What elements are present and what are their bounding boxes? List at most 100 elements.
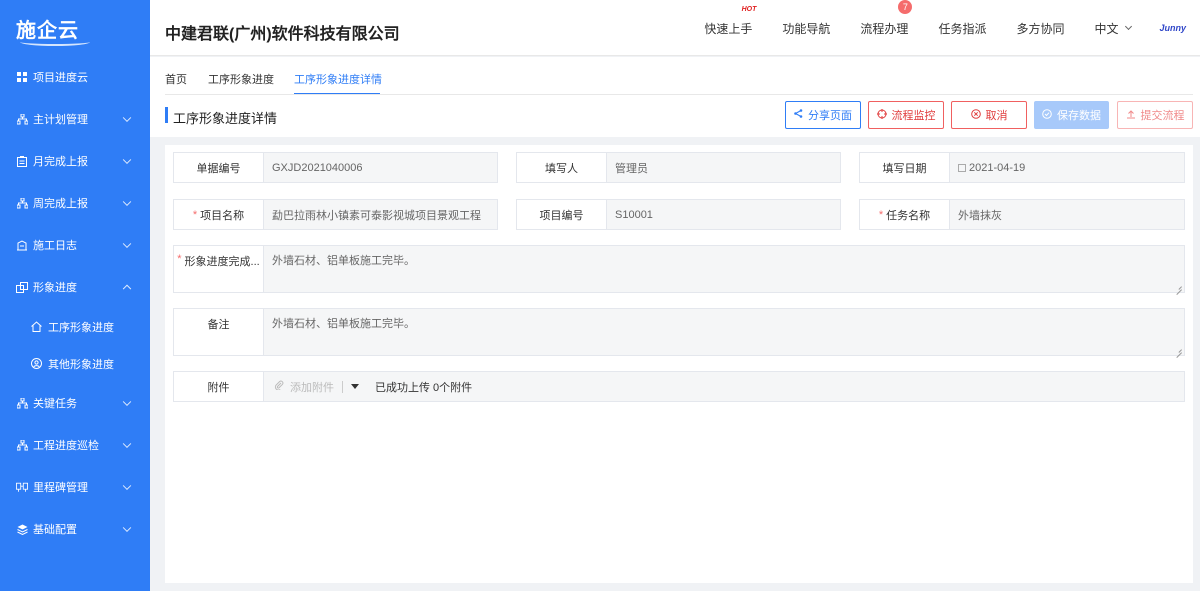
filler-value: 管理员 [607,153,840,182]
journal-icon [16,239,28,251]
language-label: 中文 [1094,21,1119,36]
share-icon [794,109,803,121]
sidebar-subitem-other-progress[interactable]: 其他形象进度 [0,345,150,382]
brand-logo: Junny [1159,23,1186,33]
resize-handle-icon[interactable] [1175,346,1182,353]
nav-task-assign[interactable]: 任务指派 [938,20,986,37]
upload-icon [1126,109,1136,122]
page-title-bar: 工序形象进度详情 分享页面 流程监控 取消 保存数据 提交流程 [150,95,1200,137]
tab-process-progress-detail[interactable]: 工序形象进度详情 [294,71,382,87]
chevron-down-icon [122,397,132,407]
logo[interactable]: 施企云 [0,0,150,56]
sidebar-item-monthly-report[interactable]: 月完成上报 [0,140,150,182]
sidebar-item-base-config[interactable]: 基础配置 [0,508,150,550]
attachment-field: 附件 添加附件 已成功上传 0个附件 [173,371,1185,402]
org-icon [16,439,28,451]
top-header: 中建君联(广州)软件科技有限公司 快速上手 HOT 功能导航 流程办理 7 任务… [150,0,1200,56]
date-value[interactable]: 2021-04-19 [950,153,1184,182]
sidebar-item-label: 工程进度巡检 [33,440,99,452]
sidebar-item-master-plan[interactable]: 主计划管理 [0,98,150,140]
attachment-label: 附件 [174,372,264,401]
project-name-field: * 项目名称 勐巴拉雨林小镇素可泰影视城项目景观工程 [173,199,498,230]
sidebar-item-weekly-report[interactable]: 周完成上报 [0,182,150,224]
org-icon [16,113,28,125]
required-mark: * [878,208,884,221]
breadcrumb: 首页 工序形象进度 工序形象进度详情 [150,57,1200,95]
tab-home[interactable]: 首页 [165,71,187,87]
sidebar-item-project-progress[interactable]: 项目进度云 [0,56,150,98]
filler-label: 填写人 [517,153,607,182]
resize-handle-icon[interactable] [1175,283,1182,290]
required-mark: * [177,253,182,265]
monitor-icon [876,108,887,122]
sidebar-item-label: 基础配置 [33,524,77,536]
sidebar-item-label: 项目进度云 [33,72,88,84]
sidebar-item-label: 周完成上报 [33,198,88,210]
home-icon [30,321,42,333]
nav-process-label: 流程办理 [860,21,909,36]
nav-function-nav[interactable]: 功能导航 [782,20,830,37]
cancel-button[interactable]: 取消 [951,101,1027,129]
add-attachment-label: 添加附件 [290,381,334,394]
clipboard-icon [16,155,28,167]
project-no-field: 项目编号 S10001 [516,199,841,230]
title-accent [165,107,168,123]
user-circle-icon [30,358,42,370]
nav-process[interactable]: 流程办理 7 [860,0,913,37]
caret-down-icon[interactable] [351,384,359,389]
sidebar-item-image-progress[interactable]: 形象进度 [0,266,150,308]
chevron-down-icon [122,523,132,533]
sidebar-item-label: 里程碑管理 [33,482,88,494]
tab-process-progress[interactable]: 工序形象进度 [208,71,274,87]
project-no-value: S10001 [607,200,840,229]
save-button[interactable]: 保存数据 [1034,101,1109,129]
task-name-value[interactable]: 外墙抹灰 [950,200,1184,229]
remark-text: 外墙石材、铝单板施工完毕。 [272,318,415,330]
top-nav: 快速上手 HOT 功能导航 流程办理 7 任务指派 多方协同 中文 Junny [674,0,1200,56]
form-panel: 单据编号 GXJD2021040006 填写人 管理员 填写日期 2021-04… [165,145,1193,583]
page-title: 工序形象进度详情 [173,111,278,126]
add-attachment-button[interactable]: 添加附件 [274,379,334,395]
sidebar-item-inspection[interactable]: 工程进度巡检 [0,424,150,466]
chevron-down-icon [122,155,132,165]
sidebar-item-construction-log[interactable]: 施工日志 [0,224,150,266]
chevron-up-icon [122,284,132,294]
remark-field: 备注 外墙石材、铝单板施工完毕。 [173,308,1185,356]
logo-swoosh [20,38,90,46]
submit-button[interactable]: 提交流程 [1117,101,1193,129]
chevron-down-icon [122,481,132,491]
monitor-label: 流程监控 [891,110,936,122]
filler-field: 填写人 管理员 [516,152,841,183]
date-field: 填写日期 2021-04-19 [859,152,1185,183]
chevron-down-icon [122,439,132,449]
sidebar: 施企云 项目进度云 主计划管理 月完成上报 周完成上报 施工日志 形象进度 工序… [0,0,150,591]
calendar-icon [958,163,966,172]
sidebar-subitem-process-progress[interactable]: 工序形象进度 [0,308,150,345]
progress-label-text: 形象进度完成... [184,256,260,268]
milestone-icon [16,481,28,493]
nav-collab[interactable]: 多方协同 [1016,20,1064,37]
paperclip-icon [274,380,284,393]
sidebar-item-milestone[interactable]: 里程碑管理 [0,466,150,508]
project-name-value[interactable]: 勐巴拉雨林小镇素可泰影视城项目景观工程 [264,200,497,229]
chevron-down-icon [122,239,132,249]
sidebar-item-label: 其他形象进度 [48,358,114,371]
remark-textarea[interactable]: 外墙石材、铝单板施工完毕。 [264,309,1184,355]
sidebar-item-label: 月完成上报 [33,156,88,168]
task-name-label-text: 任务名称 [886,209,931,222]
sidebar-menu: 项目进度云 主计划管理 月完成上报 周完成上报 施工日志 形象进度 工序形象进度… [0,56,150,550]
doc-no-label: 单据编号 [174,153,264,182]
org-icon [16,397,28,409]
chevron-down-icon [1125,22,1133,31]
share-button[interactable]: 分享页面 [785,101,861,129]
progress-label: * 形象进度完成... [174,246,264,292]
monitor-button[interactable]: 流程监控 [868,101,944,129]
nav-quickstart[interactable]: 快速上手 HOT [704,6,756,37]
sidebar-item-label: 形象进度 [33,282,77,294]
progress-textarea[interactable]: 外墙石材、铝单板施工完毕。 [264,246,1184,292]
sidebar-item-key-tasks[interactable]: 关键任务 [0,382,150,424]
language-select[interactable]: 中文 [1094,20,1133,37]
remark-label: 备注 [174,309,264,355]
attachment-value: 添加附件 已成功上传 0个附件 [264,372,1184,401]
hot-badge: HOT [741,5,757,13]
